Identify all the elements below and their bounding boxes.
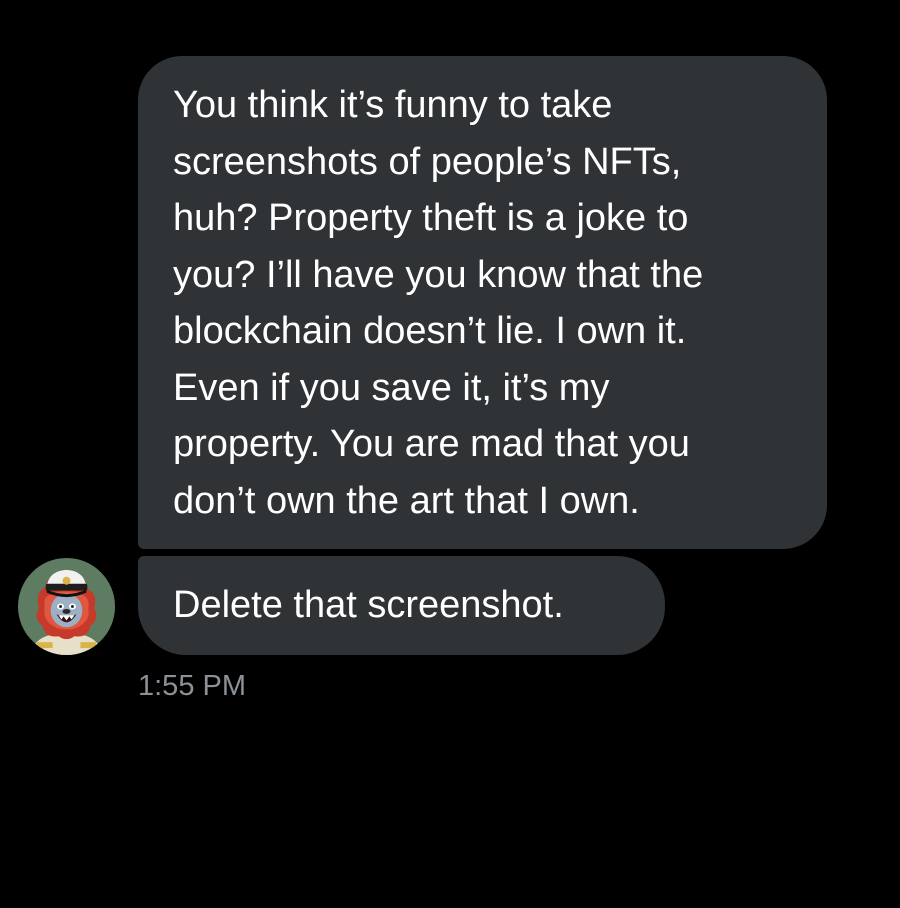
message-bubble[interactable]: You think it’s funny to take screenshots… <box>138 56 827 549</box>
message-line: blockchain doesn’t lie. I own it. <box>173 310 687 352</box>
message-timestamp: 1:55 PM <box>138 670 246 702</box>
message-line: Delete that screenshot. <box>173 584 564 626</box>
lion-captain-avatar-icon <box>17 557 116 656</box>
message-line: huh? Property theft is a joke to <box>173 197 689 239</box>
sender-avatar[interactable] <box>17 557 116 656</box>
message-bubble[interactable]: Delete that screenshot. <box>138 556 665 655</box>
message-line: you? I’ll have you know that the <box>173 253 704 296</box>
message-line: You think it’s funny to take <box>173 84 613 126</box>
message-line: Even if you save it, it’s my <box>173 366 610 409</box>
message-line: screenshots of people’s NFTs, <box>173 140 682 183</box>
message-line: don’t own the art that I own. <box>173 479 640 522</box>
message-line: property. You are mad that you <box>173 423 690 465</box>
